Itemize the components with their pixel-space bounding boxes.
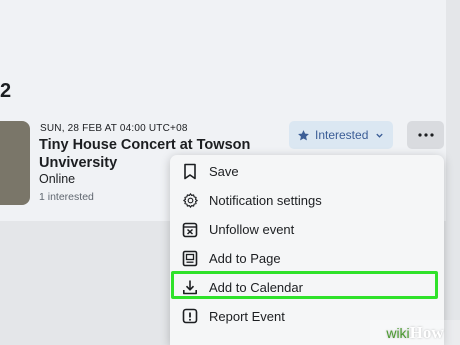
menu-item-unfollow-event[interactable]: Unfollow event <box>170 215 444 244</box>
menu-item-save[interactable]: Save <box>170 157 444 186</box>
menu-item-add-to-page[interactable]: Add to Page <box>170 244 444 273</box>
star-icon <box>298 129 309 140</box>
event-options-menu: Save Notification settings Unfollow even… <box>170 155 444 345</box>
previous-card <box>0 0 446 66</box>
event-location: Online <box>39 172 76 186</box>
menu-item-notification-settings[interactable]: Notification settings <box>170 186 444 215</box>
more-options-button[interactable] <box>407 121 444 149</box>
highlight-box <box>171 271 438 299</box>
event-thumbnail[interactable] <box>0 121 30 205</box>
event-attendees: 1 interested <box>39 191 94 203</box>
more-dots-icon <box>417 133 434 137</box>
interested-label: Interested <box>315 128 369 142</box>
bookmark-icon <box>181 163 199 181</box>
wikihow-watermark: wiki How <box>370 320 460 345</box>
report-icon <box>181 308 199 326</box>
event-date: SUN, 28 FEB AT 04:00 UTC+08 <box>40 123 188 134</box>
gear-icon <box>181 192 199 210</box>
interested-button[interactable]: Interested <box>289 121 393 149</box>
section-number: 2 <box>0 80 12 102</box>
unfollow-calendar-icon <box>181 221 199 239</box>
page-icon <box>181 250 199 268</box>
chevron-down-icon <box>376 133 384 138</box>
